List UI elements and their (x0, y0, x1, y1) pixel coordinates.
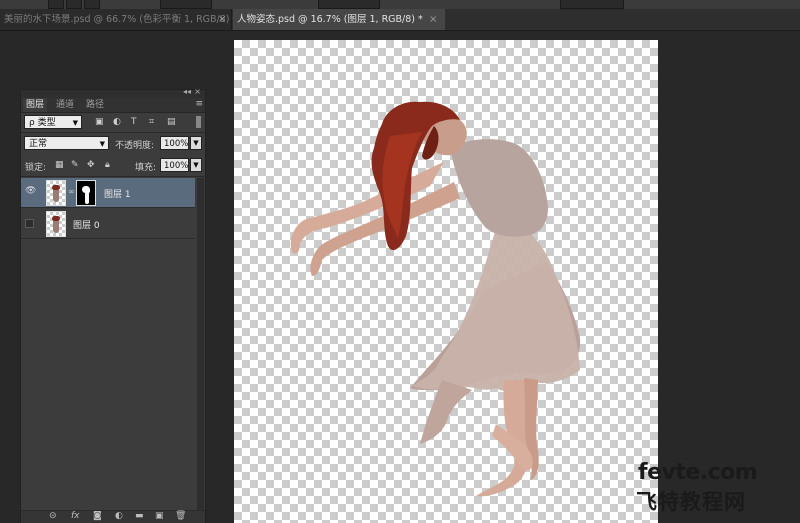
layer-row-layer-1[interactable]: 👁︎ ∞ 图层 1 (21, 178, 195, 208)
fill-label: 填充: (135, 163, 157, 173)
layers-panel-footer: ⊝ fx ◙ ◐ ▬ ▣ 🗑︎ (21, 510, 205, 523)
opacity-label: 不透明度: (115, 141, 155, 151)
shape-filter-icon[interactable]: ⌗ (149, 117, 154, 127)
pixel-filter-icon[interactable]: ▣ (95, 117, 104, 127)
opacity-dropdown-button[interactable]: ▼ (190, 136, 202, 150)
add-mask-icon[interactable]: ◙ (93, 511, 102, 521)
style-dropdown[interactable] (318, 0, 380, 9)
tab-paths[interactable]: 路径 (83, 98, 107, 112)
tab-layers[interactable]: 图层 (23, 98, 48, 112)
filter-kind-value: ρ 类型 (29, 118, 56, 128)
document-tab-bar: 美丽的水下场景.psd @ 66.7% (色彩平衡 1, RGB/8) * × … (0, 9, 800, 31)
panel-menu-icon[interactable]: ≡ (195, 99, 203, 109)
divider (21, 132, 205, 133)
lock-position-icon[interactable]: ✥ (87, 160, 95, 170)
tab-title: 美丽的水下场景.psd @ 66.7% (色彩平衡 1, RGB/8) * (4, 14, 238, 25)
close-icon[interactable]: × (194, 87, 201, 96)
filter-kind-select[interactable]: ρ 类型 ▼ (24, 115, 82, 129)
options-bar (0, 0, 800, 9)
tab-title: 人物姿态.psd @ 16.7% (图层 1, RGB/8) * (237, 14, 423, 25)
fill-dropdown-button[interactable]: ▼ (190, 158, 202, 172)
lock-transparency-icon[interactable]: ▦ (55, 160, 64, 170)
collapse-icon[interactable]: ◂◂ (183, 87, 191, 96)
lock-all-icon[interactable]: 🔒︎ (105, 160, 110, 170)
watermark-site-name: 飞特教程网 (636, 490, 746, 514)
smart-object-filter-icon[interactable]: ▤ (167, 117, 176, 127)
adjustment-icon[interactable]: ◐ (115, 511, 123, 521)
link-icon[interactable]: ⊝ (49, 511, 57, 521)
panel-tabs: 图层 通道 路径 ≡ (21, 98, 205, 113)
watermark-domain: fevte.com (638, 460, 758, 485)
refine-edge-button[interactable] (560, 0, 624, 9)
dancer-figure (290, 101, 581, 497)
option-button[interactable] (48, 0, 64, 9)
document-tab-active[interactable]: 人物姿态.psd @ 16.7% (图层 1, RGB/8) * × (233, 9, 445, 30)
chevron-down-icon: ▼ (72, 119, 78, 127)
feather-field[interactable] (160, 0, 212, 9)
type-filter-icon[interactable]: T (131, 117, 137, 127)
adjustment-filter-icon[interactable]: ◐ (113, 117, 121, 127)
layer-thumbnail (46, 180, 66, 206)
lock-pixels-brush-icon[interactable]: ✎ (71, 160, 79, 170)
blend-mode-select[interactable]: 正常 ▼ (24, 136, 109, 150)
lock-label: 锁定: (25, 163, 47, 173)
chevron-down-icon: ▼ (99, 140, 105, 148)
trash-icon[interactable]: 🗑︎ (175, 511, 186, 521)
layers-panel: ◂◂ × 图层 通道 路径 ≡ ρ 类型 ▼ ▣ ◐ T ⌗ ▤ 正常 ▼ 不透… (20, 87, 206, 523)
layer-mask-thumbnail[interactable] (76, 180, 96, 206)
visibility-checkbox[interactable] (25, 219, 34, 228)
document-tab[interactable]: 美丽的水下场景.psd @ 66.7% (色彩平衡 1, RGB/8) * × (0, 9, 237, 30)
mask-link-icon[interactable]: ∞ (68, 187, 75, 196)
layer-row-layer-0[interactable]: 图层 0 (21, 209, 195, 239)
tab-channels[interactable]: 通道 (53, 98, 77, 112)
close-icon[interactable]: × (429, 9, 437, 30)
panel-header: ◂◂ × (21, 87, 205, 98)
close-icon[interactable]: × (218, 9, 226, 30)
eye-icon[interactable]: 👁︎ (25, 186, 36, 198)
blend-mode-value: 正常 (29, 139, 48, 149)
new-layer-icon[interactable]: ▣ (155, 511, 164, 521)
option-button[interactable] (66, 0, 82, 9)
layers-scrollbar[interactable] (197, 178, 204, 510)
divider (21, 176, 205, 177)
opacity-field[interactable]: 100% (160, 136, 189, 150)
group-folder-icon[interactable]: ▬ (135, 511, 144, 521)
option-button[interactable] (84, 0, 100, 9)
fx-icon[interactable]: fx (71, 511, 80, 521)
layer-name[interactable]: 图层 0 (73, 218, 100, 231)
layer-name[interactable]: 图层 1 (104, 187, 131, 200)
fill-field[interactable]: 100% (160, 158, 189, 172)
filter-toggle[interactable] (196, 116, 201, 128)
document-canvas[interactable] (234, 40, 658, 523)
layer-thumbnail (46, 211, 66, 237)
